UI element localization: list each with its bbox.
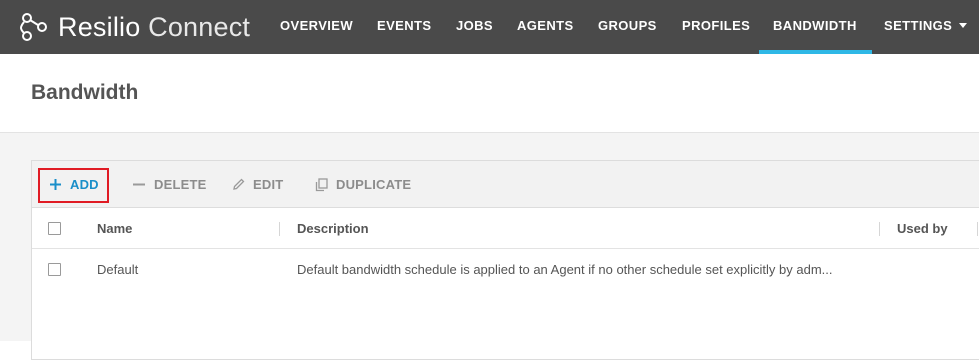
select-all-checkbox[interactable]	[48, 222, 61, 235]
delete-button-label: DELETE	[154, 177, 207, 192]
nav-events[interactable]: EVENTS	[377, 0, 431, 54]
bandwidth-table-panel: ADD DELETE EDIT DUPLICATE Name Descripti…	[31, 160, 979, 360]
nav-agents[interactable]: AGENTS	[517, 0, 574, 54]
column-divider[interactable]	[879, 222, 880, 236]
add-button-label: ADD	[70, 177, 99, 192]
column-header-description[interactable]: Description	[297, 209, 369, 249]
nav-groups[interactable]: GROUPS	[598, 0, 657, 54]
table-toolbar: ADD DELETE EDIT DUPLICATE	[32, 161, 979, 208]
duplicate-button-label: DUPLICATE	[336, 177, 412, 192]
delete-button[interactable]: DELETE	[132, 161, 206, 208]
edit-button[interactable]: EDIT	[232, 161, 283, 208]
copy-icon	[315, 177, 328, 191]
column-header-name[interactable]: Name	[97, 209, 132, 249]
chevron-down-icon	[959, 23, 968, 29]
edit-button-label: EDIT	[253, 177, 284, 192]
pencil-icon	[233, 178, 245, 190]
nav-jobs[interactable]: JOBS	[456, 0, 493, 54]
row-checkbox[interactable]	[48, 263, 61, 276]
minus-icon	[133, 183, 145, 186]
resilio-logo-icon	[20, 13, 47, 41]
nav-profiles[interactable]: PROFILES	[682, 0, 750, 54]
row-name: Default	[97, 262, 139, 277]
column-header-used-by[interactable]: Used by	[897, 209, 948, 249]
nav-settings-label: SETTINGS	[884, 18, 953, 33]
duplicate-button[interactable]: DUPLICATE	[315, 161, 411, 208]
nav-overview[interactable]: OVERVIEW	[280, 0, 353, 54]
nav-settings[interactable]: SETTINGS	[884, 0, 968, 54]
add-button[interactable]: ADD	[49, 161, 99, 208]
nav-bandwidth[interactable]: BANDWIDTH	[759, 0, 872, 54]
table-row[interactable]: Default Default bandwidth schedule is ap…	[32, 250, 979, 290]
row-description: Default bandwidth schedule is applied to…	[297, 262, 833, 277]
app-logo[interactable]: Resilio Connect	[18, 10, 250, 44]
main-content: ADD DELETE EDIT DUPLICATE Name Descripti…	[0, 133, 979, 360]
column-divider[interactable]	[977, 222, 978, 236]
table-header: Name Description Used by	[32, 209, 979, 249]
column-divider[interactable]	[279, 222, 280, 236]
page-header: Bandwidth	[0, 54, 979, 133]
plus-icon	[50, 179, 61, 190]
app-title: Resilio Connect	[58, 11, 251, 42]
page-title: Bandwidth	[31, 81, 139, 104]
top-navigation-bar: Resilio Connect OVERVIEW EVENTS JOBS AGE…	[0, 0, 979, 54]
